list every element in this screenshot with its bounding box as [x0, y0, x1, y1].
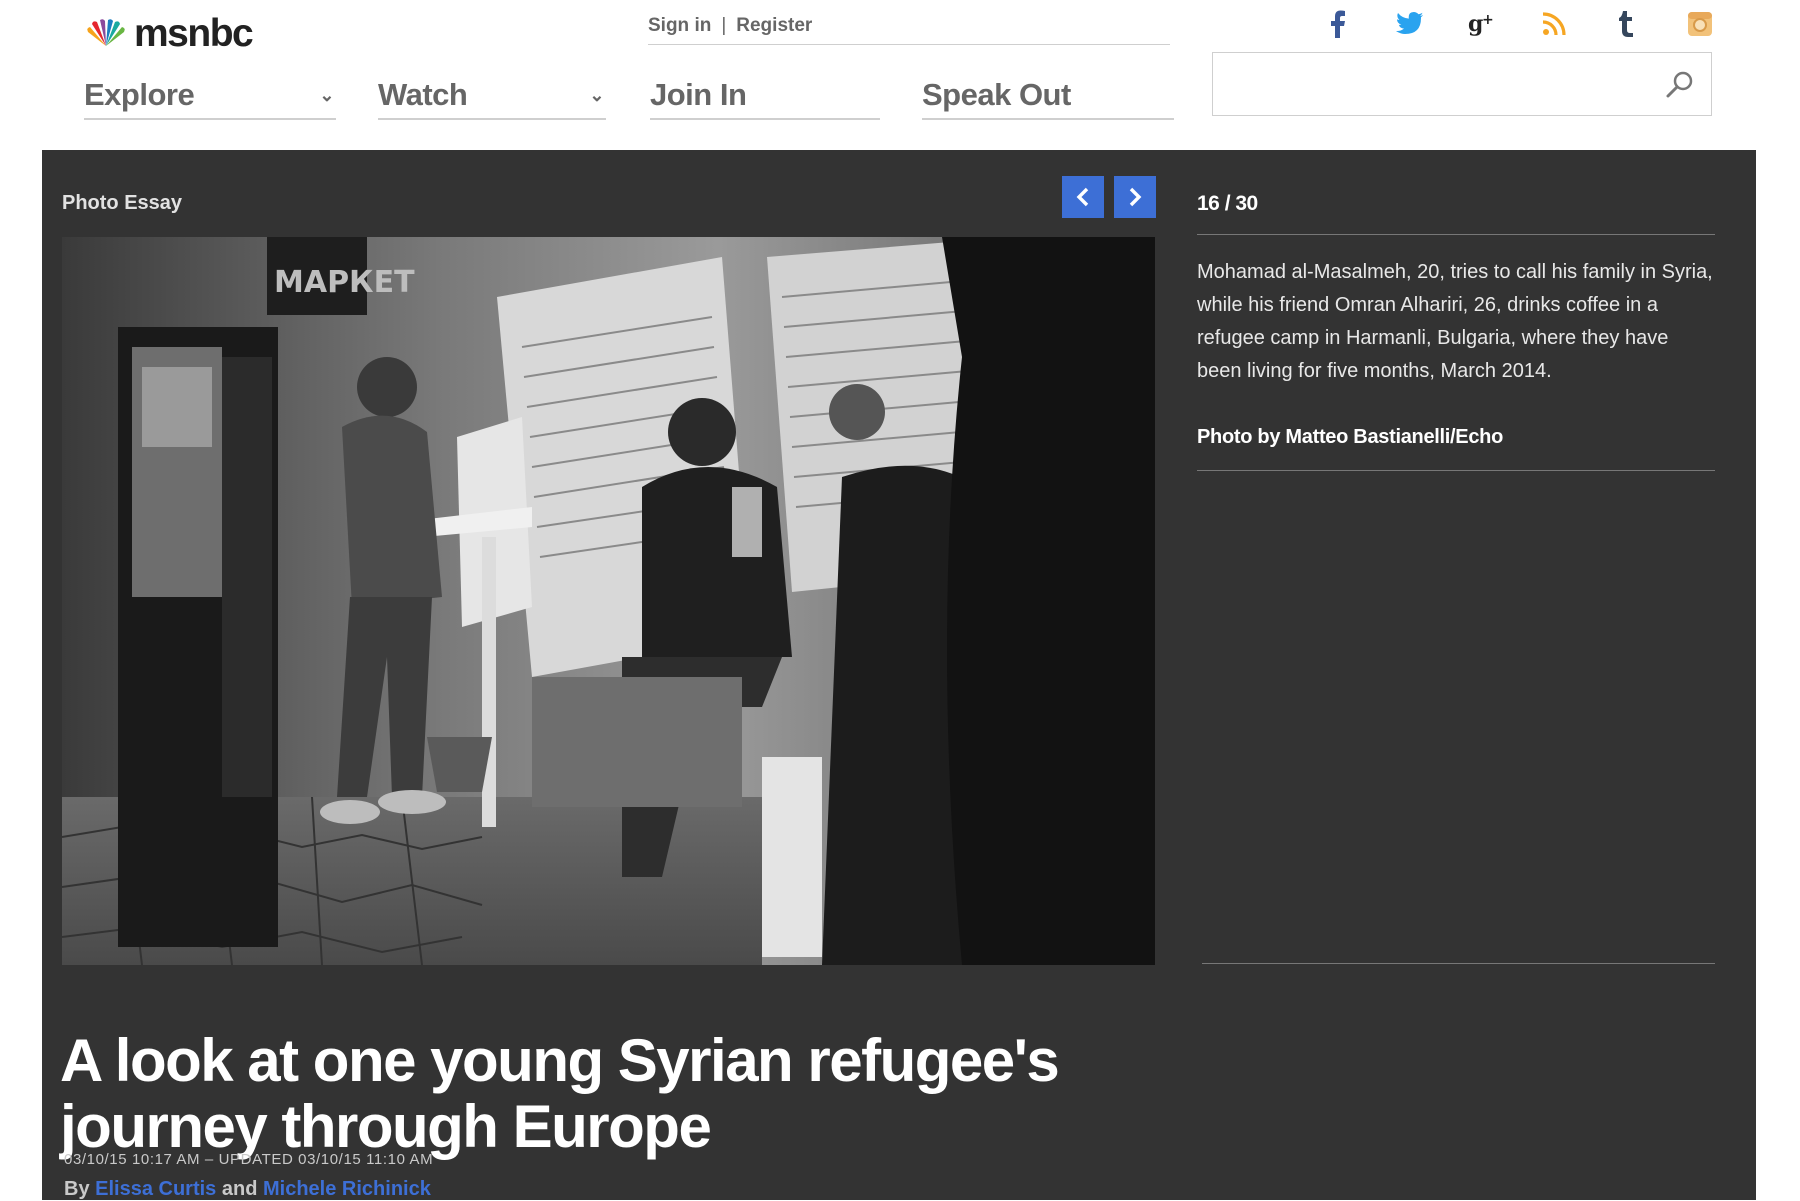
- author-link[interactable]: Michele Richinick: [263, 1178, 431, 1200]
- peacock-icon: [87, 19, 125, 46]
- brand-wordmark: msnbc: [134, 11, 254, 55]
- chevron-right-icon: [1129, 187, 1142, 207]
- next-photo-button[interactable]: [1114, 176, 1156, 218]
- nav-speak-out-label: Speak Out: [922, 77, 1071, 112]
- sign-in-link[interactable]: Sign in: [648, 15, 711, 37]
- article-timestamp: 03/10/15 10:17 AM – UPDATED 03/10/15 11:…: [64, 1151, 434, 1168]
- photo-counter: 16 / 30: [1197, 192, 1258, 215]
- google-plus-icon[interactable]: g +: [1464, 6, 1500, 42]
- msnbc-logo[interactable]: msnbc: [84, 11, 254, 55]
- divider: [1197, 234, 1715, 235]
- byline-prefix: By: [64, 1178, 90, 1200]
- nav-join-in-label: Join In: [650, 77, 747, 112]
- nav-explore[interactable]: Explore ⌄: [84, 72, 336, 120]
- search-input[interactable]: [1225, 53, 1649, 115]
- photo-sign-text: МАРКЕТ: [274, 265, 415, 300]
- chevron-down-icon: ⌄: [319, 84, 334, 105]
- section-label: Photo Essay: [62, 192, 183, 214]
- refugee-camp-photo: МАРКЕТ: [62, 237, 1155, 965]
- nav-speak-out[interactable]: Speak Out: [922, 72, 1174, 120]
- byline-joiner: and: [221, 1178, 258, 1200]
- facebook-icon[interactable]: [1320, 6, 1356, 42]
- divider: [1197, 470, 1715, 471]
- article-byline: By Elissa Curtis and Michele Richinick: [64, 1178, 431, 1201]
- register-link[interactable]: Register: [736, 15, 812, 37]
- nav-join-in[interactable]: Join In: [650, 72, 880, 120]
- nav-watch[interactable]: Watch ⌄: [378, 72, 606, 120]
- divider: [1202, 963, 1715, 964]
- auth-bar: Sign in | Register: [648, 8, 1170, 45]
- chevron-down-icon: ⌄: [589, 84, 604, 105]
- article-headline: A look at one young Syrian refugee's jou…: [60, 1027, 1060, 1161]
- auth-separator: |: [721, 15, 727, 36]
- social-links: g +: [1320, 6, 1720, 42]
- svg-text:+: +: [1482, 12, 1494, 28]
- gallery-photo[interactable]: МАРКЕТ: [62, 237, 1155, 965]
- photo-gallery-panel: Photo Essay МАРКЕТ 16 / 30 Mohamad al-Ma…: [42, 150, 1756, 1200]
- photo-caption: Mohamad al-Masalmeh, 20, tries to call h…: [1197, 261, 1713, 382]
- author-link[interactable]: Elissa Curtis: [95, 1178, 216, 1200]
- rss-icon[interactable]: [1536, 6, 1572, 42]
- instagram-icon[interactable]: [1682, 6, 1718, 42]
- tumblr-icon[interactable]: [1608, 6, 1644, 42]
- twitter-icon[interactable]: [1392, 6, 1428, 42]
- nav-explore-label: Explore: [84, 77, 195, 112]
- nav-watch-label: Watch: [378, 77, 468, 112]
- search-box: [1212, 52, 1712, 116]
- search-icon[interactable]: [1665, 69, 1695, 99]
- chevron-left-icon: [1076, 187, 1089, 207]
- photo-credit: Photo by Matteo Bastianelli/Echo: [1197, 426, 1503, 448]
- prev-photo-button[interactable]: [1062, 176, 1104, 218]
